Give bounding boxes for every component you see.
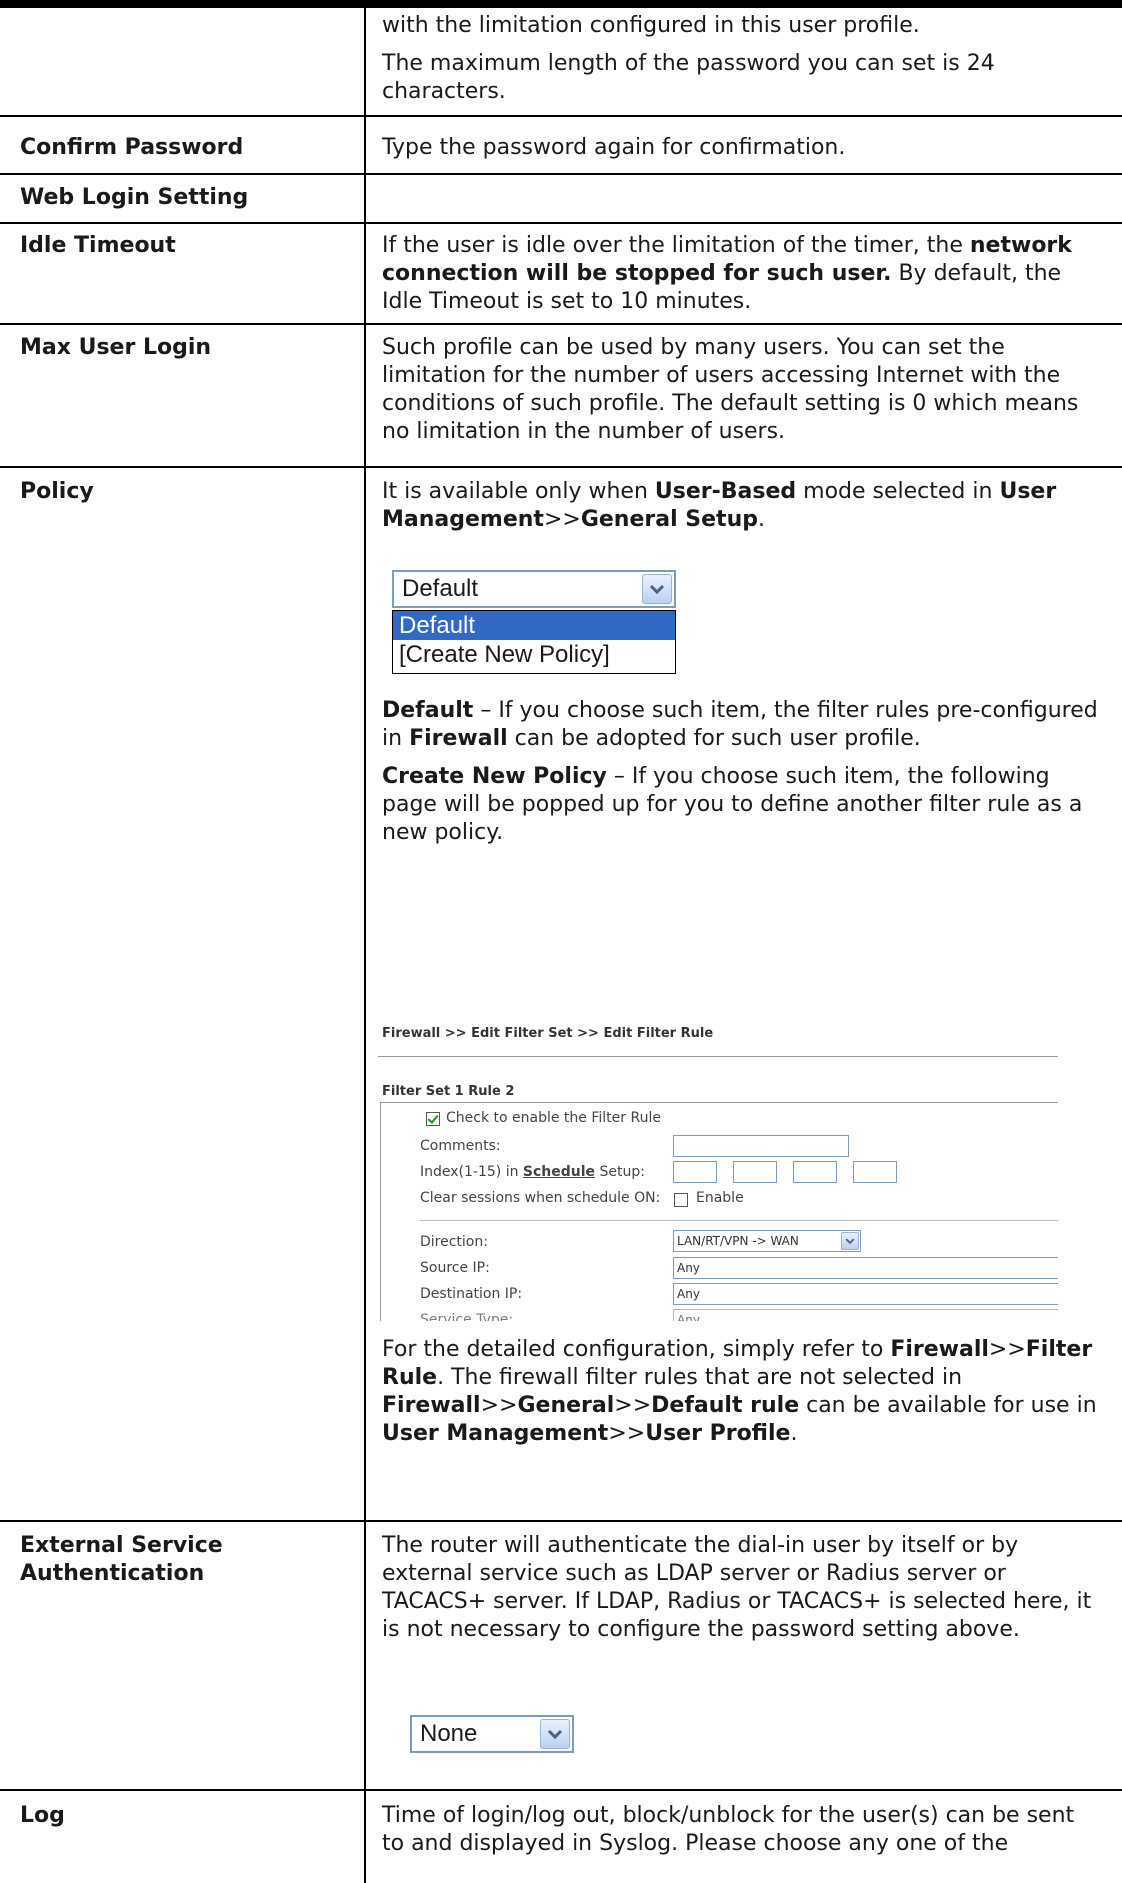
detail-text: For the detailed configuration, simply r… <box>382 1337 891 1362</box>
idle-text-1: If the user is idle over the limitation … <box>382 233 970 258</box>
web-login-setting-heading: Web Login Setting <box>20 185 249 210</box>
schedule-index-4[interactable] <box>853 1161 897 1183</box>
direction-select[interactable]: LAN/RT/VPN -> WAN <box>673 1230 861 1252</box>
firewall-filter-rule-screenshot: Firewall >> Edit Filter Set >> Edit Filt… <box>378 1018 1058 1321</box>
schedule-index-3[interactable] <box>793 1161 837 1183</box>
detail-text: >> <box>988 1337 1026 1362</box>
policy-intro-text: . <box>757 507 765 532</box>
policy-default-term: Firewall <box>409 726 508 751</box>
enable-filter-label: Check to enable the Filter Rule <box>446 1110 661 1126</box>
detail-term: Firewall <box>382 1393 481 1418</box>
external-label-line: External Service <box>20 1533 223 1558</box>
schedule-index-2[interactable] <box>733 1161 777 1183</box>
filter-set-title: Filter Set 1 Rule 2 <box>382 1084 515 1099</box>
password-description: with the limitation configured in this u… <box>382 12 1100 106</box>
destination-ip-field[interactable]: Any <box>673 1283 1058 1305</box>
schedule-link[interactable]: Schedule <box>523 1164 595 1180</box>
index-text: Setup: <box>595 1164 645 1180</box>
detail-text: . <box>790 1421 798 1446</box>
log-description: Time of login/log out, block/unblock for… <box>382 1803 1075 1856</box>
detail-text: >> <box>608 1421 646 1446</box>
policy-intro-bold: General Setup <box>580 507 758 532</box>
chevron-down-icon[interactable] <box>540 1719 570 1749</box>
row-separator <box>0 323 1122 325</box>
chevron-down-icon[interactable] <box>642 574 672 604</box>
schedule-index-1[interactable] <box>673 1161 717 1183</box>
settings-table: with the limitation configured in this u… <box>0 0 1122 1883</box>
confirm-password-description: Type the password again for confirmation… <box>382 135 846 160</box>
detail-text: can be available for use in <box>799 1393 1097 1418</box>
policy-option-default[interactable]: Default <box>393 611 675 640</box>
row-separator <box>0 173 1122 175</box>
policy-option-create[interactable]: [Create New Policy] <box>393 640 675 669</box>
policy-intro: It is available only when User-Based mod… <box>382 478 1100 534</box>
index-text: Index(1-15) in <box>420 1164 523 1180</box>
service-type-label: Service Type: <box>420 1312 514 1321</box>
comments-label: Comments: <box>420 1138 501 1154</box>
policy-default-text: can be adopted for such user profile. <box>507 726 921 751</box>
policy-default-description: Default – If you choose such item, the f… <box>382 697 1100 847</box>
clear-sessions-checkbox[interactable] <box>674 1193 688 1207</box>
policy-create-term: Create New Policy <box>382 764 607 789</box>
detail-term: General <box>517 1393 615 1418</box>
clear-sessions-label: Clear sessions when schedule ON: <box>420 1190 661 1206</box>
firewall-breadcrumb: Firewall >> Edit Filter Set >> Edit Filt… <box>382 1026 714 1041</box>
detail-text: >> <box>614 1393 652 1418</box>
external-auth-select[interactable]: None <box>410 1715 574 1753</box>
index-schedule-label: Index(1-15) in Schedule Setup: <box>420 1164 645 1180</box>
comments-input[interactable] <box>673 1135 849 1157</box>
service-type-field[interactable]: Any <box>673 1309 1058 1321</box>
direction-label: Direction: <box>420 1234 488 1250</box>
web-login-row-bg <box>366 175 386 222</box>
source-ip-label: Source IP: <box>420 1260 490 1276</box>
policy-intro-text: >> <box>543 507 581 532</box>
detail-term: User Management <box>382 1421 609 1446</box>
policy-selected-value: Default <box>402 575 479 602</box>
external-service-label: External Service Authentication <box>20 1532 223 1588</box>
policy-intro-text: mode selected in <box>796 479 1000 504</box>
policy-select[interactable]: Default <box>392 570 676 608</box>
row-separator <box>0 1520 1122 1522</box>
detail-text: >> <box>480 1393 518 1418</box>
policy-intro-bold: User-Based <box>654 479 797 504</box>
divider <box>378 1056 1058 1057</box>
max-user-login-label: Max User Login <box>20 335 212 360</box>
policy-default-term: Default <box>382 698 474 723</box>
policy-label: Policy <box>20 479 94 504</box>
detail-term: Default rule <box>651 1393 800 1418</box>
password-desc-line: with the limitation configured in this u… <box>382 13 920 38</box>
row-separator <box>0 466 1122 468</box>
source-ip-field[interactable]: Any <box>673 1257 1058 1279</box>
direction-value: LAN/RT/VPN -> WAN <box>677 1234 799 1248</box>
table-top-border <box>0 0 1122 8</box>
row-separator <box>0 115 1122 117</box>
enable-filter-checkbox[interactable] <box>426 1112 440 1126</box>
external-service-description: The router will authenticate the dial-in… <box>382 1533 1092 1642</box>
detail-term: Firewall <box>890 1337 989 1362</box>
external-label-line: Authentication <box>20 1561 205 1586</box>
max-user-login-description: Such profile can be used by many users. … <box>382 335 1079 444</box>
enable-label: Enable <box>696 1190 744 1206</box>
policy-intro-text: It is available only when <box>382 479 655 504</box>
log-label: Log <box>20 1803 65 1828</box>
external-auth-selected-value: None <box>420 1720 478 1747</box>
divider <box>420 1220 1058 1221</box>
detail-term: User Profile <box>645 1421 791 1446</box>
password-max-length: The maximum length of the password you c… <box>382 51 995 104</box>
chevron-down-icon[interactable] <box>841 1232 859 1250</box>
column-divider <box>364 0 366 1883</box>
row-separator <box>0 222 1122 224</box>
idle-timeout-label: Idle Timeout <box>20 233 176 258</box>
policy-detail-description: For the detailed configuration, simply r… <box>382 1336 1100 1448</box>
idle-timeout-description: If the user is idle over the limitation … <box>382 232 1100 316</box>
confirm-password-label: Confirm Password <box>20 135 244 160</box>
detail-text: . The firewall filter rules that are not… <box>437 1365 963 1390</box>
destination-ip-label: Destination IP: <box>420 1286 523 1302</box>
row-separator <box>0 1789 1122 1791</box>
policy-options-list: Default [Create New Policy] <box>392 610 676 674</box>
